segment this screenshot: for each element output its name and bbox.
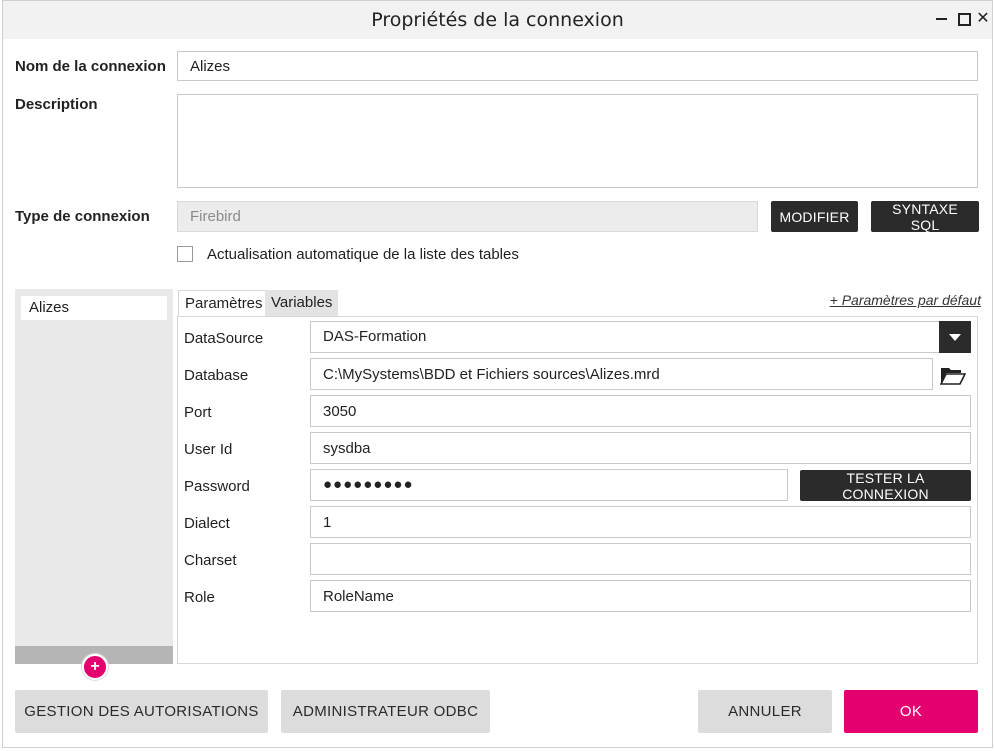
connection-name-label: Nom de la connexion <box>15 58 166 75</box>
port-input[interactable] <box>310 395 971 427</box>
default-parameters-link[interactable]: + Paramètres par défaut <box>830 292 981 308</box>
database-label: Database <box>184 367 249 384</box>
minimize-icon[interactable] <box>932 9 952 29</box>
password-input[interactable]: ●●●●●●●●● <box>310 469 788 501</box>
chevron-down-icon[interactable] <box>939 321 971 353</box>
database-input[interactable] <box>310 358 933 390</box>
dialect-label: Dialect <box>184 515 230 532</box>
datasource-label: DataSource <box>184 330 264 347</box>
userid-label: User Id <box>184 441 233 458</box>
sql-syntax-button[interactable]: SYNTAXE SQL <box>871 201 979 233</box>
list-item[interactable]: Alizes <box>21 296 167 320</box>
role-input[interactable] <box>310 580 971 612</box>
userid-input[interactable] <box>310 432 971 464</box>
cancel-button[interactable]: ANNULER <box>698 690 832 733</box>
maximize-icon[interactable] <box>954 9 974 29</box>
close-icon[interactable]: ✕ <box>973 9 993 29</box>
connection-list: Alizes <box>15 289 173 664</box>
authorizations-button[interactable]: GESTION DES AUTORISATIONS <box>15 690 268 733</box>
plus-icon[interactable]: + <box>82 654 108 680</box>
ok-button[interactable]: OK <box>844 690 978 733</box>
connection-type-field: Firebird <box>177 201 758 232</box>
window-title: Propriétés de la connexion <box>371 9 624 31</box>
role-label: Role <box>184 589 215 606</box>
tab-variables[interactable]: Variables <box>265 290 339 316</box>
password-label: Password <box>184 478 250 495</box>
connection-name-input[interactable] <box>177 51 978 81</box>
folder-open-icon[interactable] <box>940 365 966 385</box>
connection-type-label: Type de connexion <box>15 208 150 225</box>
test-connection-button[interactable]: TESTER LA CONNEXION <box>800 470 971 502</box>
description-label: Description <box>15 96 98 113</box>
charset-label: Charset <box>184 552 237 569</box>
auto-refresh-checkbox[interactable] <box>177 246 193 262</box>
modify-button[interactable]: MODIFIER <box>771 201 858 232</box>
dialect-input[interactable] <box>310 506 971 538</box>
auto-refresh-label: Actualisation automatique de la liste de… <box>207 246 519 263</box>
datasource-select[interactable]: DAS-Formation <box>310 321 940 353</box>
odbc-admin-button[interactable]: ADMINISTRATEUR ODBC <box>281 690 490 733</box>
charset-input[interactable] <box>310 543 971 575</box>
description-input[interactable] <box>177 94 978 188</box>
port-label: Port <box>184 404 212 421</box>
tab-parametres[interactable]: Paramètres <box>178 290 270 317</box>
title-bar: Propriétés de la connexion ✕ <box>3 1 992 39</box>
